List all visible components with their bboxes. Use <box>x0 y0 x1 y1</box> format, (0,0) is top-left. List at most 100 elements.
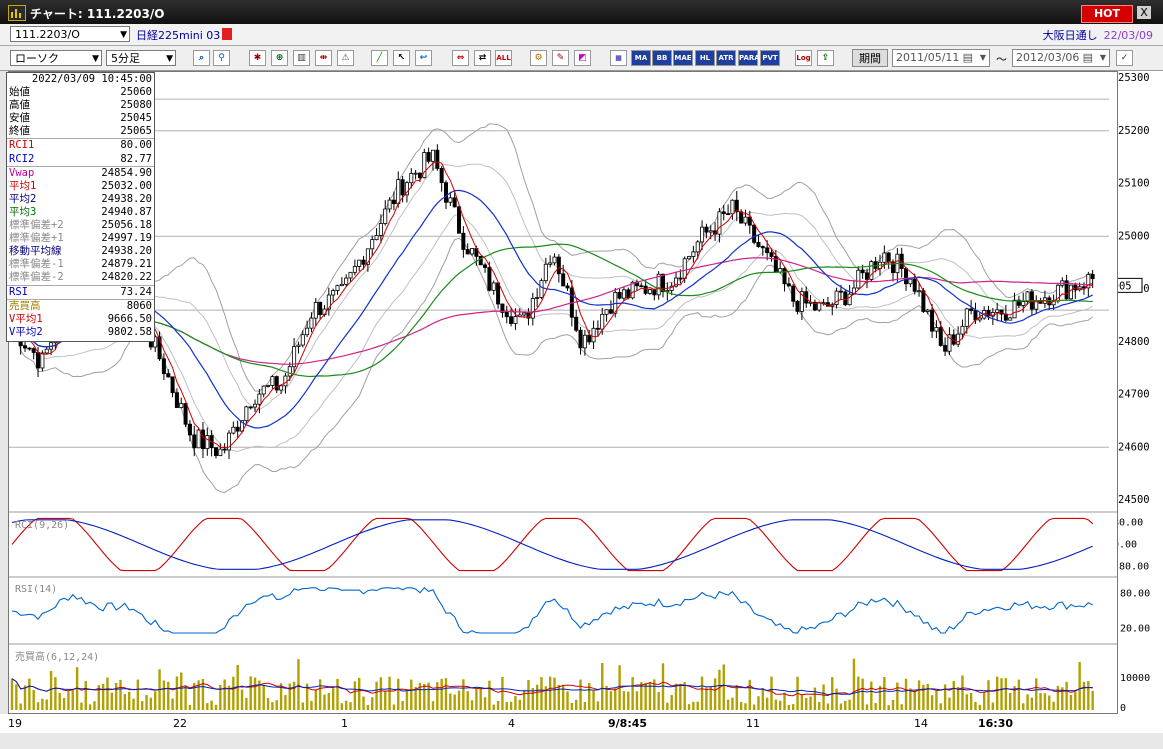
candle-body <box>231 426 236 434</box>
interval-select[interactable]: 5分足 ▼ <box>106 50 176 66</box>
volume-bar <box>809 696 812 710</box>
candle-body <box>956 333 961 345</box>
volume-bar <box>874 703 877 710</box>
range-separator: 〜 <box>996 53 1007 66</box>
chart-area[interactable]: RCI(9,26) RSI(14) 売買高(6,12,24) <box>8 71 1118 714</box>
candle-body <box>643 285 648 294</box>
close-button[interactable]: X <box>1137 6 1151 19</box>
candle-body <box>487 267 492 291</box>
candle-body <box>352 266 357 273</box>
volume-bar <box>449 693 452 710</box>
candle-body <box>960 325 965 335</box>
rci1-line <box>11 517 1094 572</box>
candle-body <box>786 283 791 287</box>
candle-body <box>478 255 483 266</box>
draw-line-icon[interactable]: ╱ <box>371 50 388 66</box>
candle-body <box>1047 297 1052 306</box>
price-tag-label: 24905 <box>1118 280 1132 292</box>
bb-button[interactable]: BB <box>652 50 672 66</box>
date-from-input[interactable]: 2011/05/11 ▤ ▼ <box>892 49 990 67</box>
return-icon[interactable]: ↩ <box>415 50 432 66</box>
volume-bar <box>431 701 435 710</box>
table-icon[interactable]: ▦ <box>610 50 627 66</box>
volume-bar <box>744 703 747 710</box>
data-window-value: 24997.19 <box>101 232 152 245</box>
log-button[interactable]: Log <box>795 50 812 66</box>
chevron-down-icon: ▼ <box>120 30 127 40</box>
zoom-icon[interactable]: ⌕ <box>193 50 210 66</box>
x-tick-label: 22 <box>173 717 187 730</box>
candle-body <box>765 247 770 254</box>
export-icon[interactable]: ⇪ <box>817 50 834 66</box>
volume-bar <box>948 697 951 710</box>
checkbox-icon[interactable]: ✓ <box>1116 50 1133 66</box>
chevron-down-icon[interactable]: ▼ <box>1100 50 1106 66</box>
date-to-input[interactable]: 2012/03/06 ▤ ▼ <box>1012 49 1110 67</box>
mae-button[interactable]: MAE <box>673 50 693 66</box>
volume-bar <box>410 679 413 710</box>
volume-bar <box>518 699 521 710</box>
search-icon[interactable]: ⚲ <box>213 50 230 66</box>
warning-icon[interactable]: ⚠ <box>337 50 354 66</box>
volume-bar <box>466 691 469 710</box>
volume-bar <box>49 670 53 710</box>
candle-body <box>417 172 422 179</box>
expand-icon[interactable]: ⇔ <box>452 50 469 66</box>
all-range-button[interactable]: ALL <box>495 50 512 66</box>
candle-body <box>183 403 188 425</box>
period-button[interactable]: 期間 <box>852 49 888 67</box>
candle-body <box>934 327 939 332</box>
settings-icon[interactable]: ⚙ <box>530 50 547 66</box>
volume-bar <box>284 695 287 710</box>
color-icon[interactable]: ◩ <box>574 50 591 66</box>
chart-scrollbar[interactable] <box>0 733 1163 749</box>
ma-button[interactable]: MA <box>631 50 651 66</box>
candle-body <box>509 316 514 324</box>
hl-button[interactable]: HL <box>695 50 715 66</box>
hot-button[interactable]: HOT <box>1081 5 1133 23</box>
tools-icon[interactable]: ✎ <box>552 50 569 66</box>
y-tick-label: 24500 <box>1118 494 1150 506</box>
split-icon[interactable]: ⇹ <box>315 50 332 66</box>
y-tick-label: 24800 <box>1118 336 1150 348</box>
data-window-row: 移動平均線 24938.20 <box>7 245 154 258</box>
volume-tick-label: 10000 <box>1120 673 1150 684</box>
volume-bar <box>275 700 278 710</box>
zoom-in-icon[interactable]: ⊕ <box>271 50 288 66</box>
volume-bar <box>405 690 409 710</box>
volume-bar <box>444 678 448 710</box>
volume-bar <box>344 700 348 710</box>
calendar-icon[interactable]: ▤ <box>963 50 973 66</box>
candle-body <box>279 385 284 391</box>
candle-settings-icon[interactable]: ✱ <box>249 50 266 66</box>
candle-body <box>244 406 249 422</box>
symbol-combo[interactable]: 111.2203/O ▼ <box>10 26 130 42</box>
volume-bar <box>865 704 869 710</box>
calendar-icon[interactable]: ▤ <box>1083 50 1093 66</box>
chart-type-select[interactable]: ローソク ▼ <box>10 50 102 66</box>
data-window-row: Vwap 24854.90 <box>7 165 154 180</box>
volume-bar <box>80 702 83 710</box>
chevron-down-icon: ▼ <box>92 54 99 64</box>
atr-button[interactable]: ATR <box>716 50 736 66</box>
volume-bar <box>601 662 604 710</box>
volume-bar <box>41 698 44 710</box>
candle-body <box>448 197 453 203</box>
data-window-value: 25045 <box>120 112 152 125</box>
bar-chart-icon[interactable]: ▥ <box>293 50 310 66</box>
candle-body <box>552 256 557 264</box>
candle-body <box>543 263 548 282</box>
candle-body <box>969 308 974 311</box>
volume-bar <box>614 688 617 710</box>
cursor-icon[interactable]: ↖ <box>393 50 410 66</box>
shrink-icon[interactable]: ⇄ <box>474 50 491 66</box>
chevron-down-icon[interactable]: ▼ <box>980 50 986 66</box>
candle-body <box>743 216 748 224</box>
candle-body <box>704 226 709 233</box>
volume-bar <box>223 679 226 710</box>
volume-bar <box>661 663 665 710</box>
para-button[interactable]: PARA <box>738 50 760 66</box>
volume-bar <box>596 701 600 710</box>
data-window-value: 9802.58 <box>107 325 152 338</box>
pvt-button[interactable]: PVT <box>760 50 780 66</box>
